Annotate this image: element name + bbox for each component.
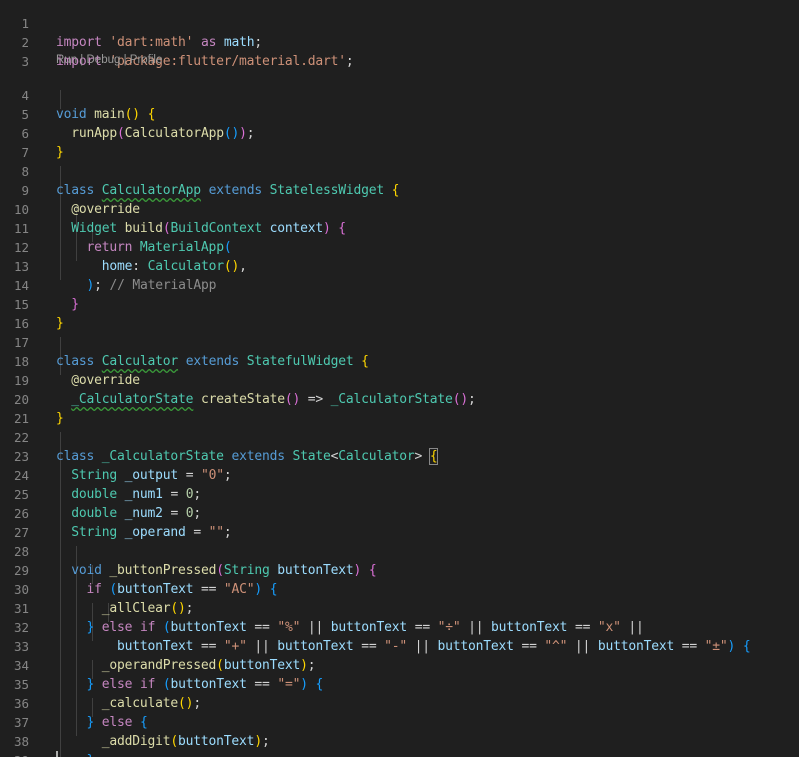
code-line: 16 [0,295,31,331]
code-line: 22 class _CalculatorState extends State<… [0,409,439,465]
code-text: } [56,145,64,160]
code-text: } [71,297,79,312]
code-text: } [56,411,64,426]
code-editor[interactable]: 1 import 'dart:math' as math; 2 import '… [0,0,799,757]
code-text: _CalculatorState createState() => _Calcu… [71,392,476,407]
code-line: 15 } [0,276,64,331]
code-text: _operandPressed(buttonText); [101,658,316,673]
code-line: 35 _calculate(); [0,656,201,711]
code-text: @override [71,373,140,388]
code-line: 29 if (buttonText == "AC") { [0,542,278,597]
code-line: 30 _allClear(); [0,561,194,616]
code-text: } [56,751,95,757]
code-line: 12 home: Calculator(), [0,219,247,274]
code-text: buttonText == "+" || buttonText == "-" |… [117,639,751,654]
code-text: } else if (buttonText == "=") { [86,677,324,692]
code-text: @override [71,202,140,217]
code-line: 9 @override [0,162,140,217]
code-text: } else { [86,715,148,730]
text-cursor [56,751,58,757]
code-line: 32 buttonText == "+" || buttonText == "-… [0,599,751,654]
code-line: 38 } [0,713,94,757]
code-line: 10 Widget build(BuildContext context) { [0,181,346,236]
code-text: _addDigit(buttonText); [101,734,270,749]
code-text: _calculate(); [101,696,201,711]
code-line: 36 } else { [0,675,148,730]
code-line: 1 import 'dart:math' as math; [0,0,262,50]
code-line: 21 [0,390,31,426]
code-line: 31 } else if (buttonText == "%" || butto… [0,580,644,635]
code-text: return MaterialApp( [86,240,232,255]
code-line: 23 String _output = "0"; [0,428,232,483]
code-line: 28 void _buttonPressed(String buttonText… [0,523,377,578]
code-text: if (buttonText == "AC") { [86,582,278,597]
code-line: 2 import 'package:flutter/material.dart'… [0,14,353,69]
code-line: 34 } else if (buttonText == "=") { [0,637,323,692]
code-text: } else if (buttonText == "%" || buttonTe… [86,620,644,635]
code-line: 5 runApp(CalculatorApp()); [0,86,254,141]
code-line: 14 } [0,257,79,312]
code-text: double _num2 = 0; [71,506,202,521]
code-text: String _operand = ""; [71,525,232,540]
code-line: 11 return MaterialApp( [0,200,232,255]
code-line: 8 class CalculatorApp extends StatelessW… [0,143,399,198]
code-text: } [56,316,64,331]
code-text: void main() { [56,107,156,122]
code-line: 25 double _num2 = 0; [0,466,201,521]
code-line: 19 _CalculatorState createState() => _Ca… [0,352,476,407]
codelens-separator: | [77,54,87,66]
code-line: 4 void main() { [0,67,155,122]
code-text: class Calculator extends StatefulWidget … [56,354,369,369]
code-text: class _CalculatorState extends State<Cal… [56,448,439,465]
code-line: 17 class Calculator extends StatefulWidg… [0,314,369,369]
code-line: 18 @override [0,333,140,388]
code-line: 26 String _operand = ""; [0,485,232,540]
code-line: 39 } [0,732,31,757]
code-text: runApp(CalculatorApp()); [71,126,255,141]
code-line: 3 [0,33,31,69]
codelens: Run | Debug | Profile [56,52,162,69]
codelens-run-link[interactable]: Run [56,54,77,66]
code-text: import 'dart:math' as math; [56,35,263,50]
code-line: 13 ); // MaterialApp [0,238,216,293]
code-text: void _buttonPressed(String buttonText) { [71,563,377,578]
code-text: double _num1 = 0; [71,487,202,502]
code-line: 6 } [0,105,63,160]
code-text: _allClear(); [101,601,194,616]
code-text: ); // MaterialApp [86,278,217,293]
codelens-profile-link[interactable]: Profile [130,54,163,66]
code-text: String _output = "0"; [71,468,232,483]
code-text: class CalculatorApp extends StatelessWid… [56,183,400,198]
code-line: 33 _operandPressed(buttonText); [0,618,316,673]
line-number: 39 [0,751,29,757]
code-line: 20 } [0,371,64,426]
code-line: 24 double _num1 = 0; [0,447,201,502]
code-line: 27 [0,504,31,540]
codelens-debug-link[interactable]: Debug [87,54,121,66]
code-text: Widget build(BuildContext context) { [71,221,346,236]
code-line: 7 [0,124,31,160]
code-text: home: Calculator(), [101,259,247,274]
code-line: 37 _addDigit(buttonText); [0,694,270,749]
codelens-separator: | [120,54,130,66]
